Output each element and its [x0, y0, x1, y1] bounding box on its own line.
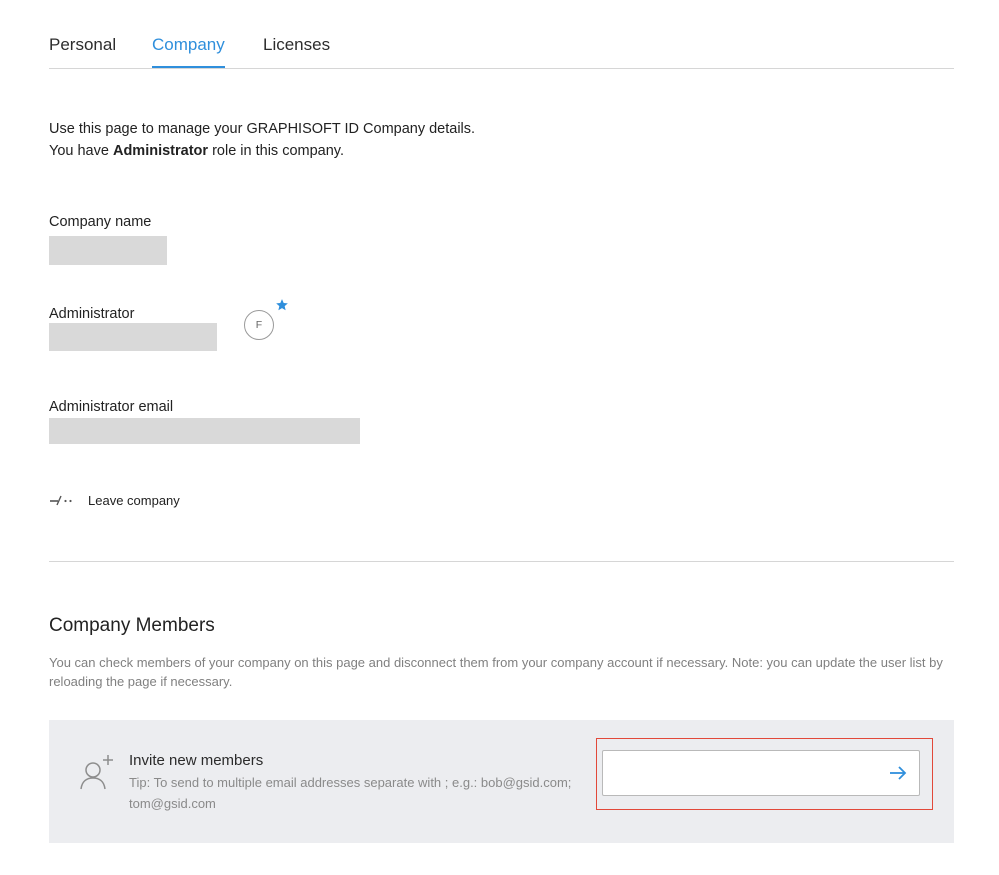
section-divider — [49, 561, 954, 562]
company-page: Personal Company Licenses Use this page … — [0, 0, 999, 875]
intro-line-2-suffix: role in this company. — [208, 142, 344, 159]
administrator-email-label: Administrator email — [49, 399, 174, 415]
intro-line-2-prefix: You have — [49, 142, 113, 159]
invite-tip: Tip: To send to multiple email addresses… — [129, 775, 572, 811]
intro-line-1: Use this page to manage your GRAPHISOFT … — [49, 121, 476, 137]
invite-panel: Invite new members Tip: To send to multi… — [49, 720, 954, 843]
company-members-description: You can check members of your company on… — [49, 655, 943, 689]
arrow-right-icon — [890, 766, 907, 780]
invite-email-input[interactable] — [602, 750, 920, 796]
disconnect-icon — [50, 495, 72, 506]
administrator-email-value-redacted — [49, 418, 360, 444]
invite-title: Invite new members — [129, 752, 264, 769]
tab-personal[interactable]: Personal — [49, 34, 116, 56]
company-members-title: Company Members — [49, 615, 215, 636]
intro-text: Use this page to manage your GRAPHISOFT … — [49, 119, 475, 162]
company-name-label: Company name — [49, 214, 152, 230]
leave-company-link[interactable]: Leave company — [49, 490, 180, 510]
send-invite-button[interactable] — [885, 760, 911, 786]
avatar: F — [244, 310, 274, 340]
role-name: Administrator — [112, 142, 209, 159]
add-user-icon — [80, 755, 113, 790]
leave-company-label: Leave company — [88, 492, 180, 508]
tab-company[interactable]: Company — [152, 34, 225, 68]
avatar-initial: F — [255, 319, 263, 331]
administrator-label: Administrator — [49, 306, 135, 322]
company-name-value-redacted — [49, 236, 167, 265]
star-icon — [276, 299, 288, 311]
tab-bar: Personal Company Licenses — [49, 24, 954, 69]
intro-line-2: You have Administrator role in this comp… — [49, 141, 475, 163]
tab-licenses[interactable]: Licenses — [263, 34, 330, 56]
administrator-value-redacted — [49, 323, 217, 351]
